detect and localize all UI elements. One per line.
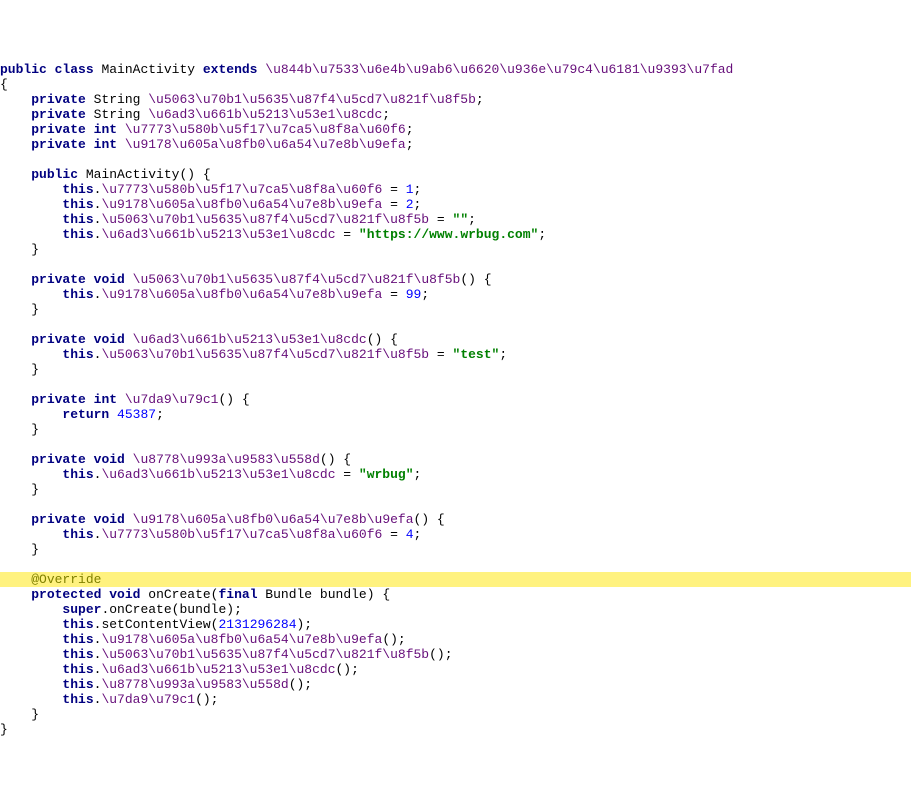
code-line: this.\u6ad3\u661b\u5213\u53e1\u8cdc = "w… [0, 467, 421, 482]
code-line: this.\u8778\u993a\u9583\u558d(); [0, 677, 312, 692]
code-line: } [0, 302, 39, 317]
code-line: private String \u5063\u70b1\u5635\u87f4\… [0, 92, 484, 107]
parent-class: \u844b\u7533\u6e4b\u9ab6\u6620\u936e\u79… [265, 62, 733, 77]
highlighted-line: @Override [0, 572, 911, 587]
code-line: public MainActivity() { [0, 167, 211, 182]
code-line: private void \u6ad3\u661b\u5213\u53e1\u8… [0, 332, 398, 347]
code-line: public class MainActivity extends \u844b… [0, 62, 733, 77]
code-line: } [0, 362, 39, 377]
blank-line [0, 152, 8, 167]
code-editor[interactable]: public class MainActivity extends \u844b… [0, 60, 911, 739]
code-line: private int \u9178\u605a\u8fb0\u6a54\u7e… [0, 137, 414, 152]
blank-line [0, 437, 8, 452]
blank-line [0, 257, 8, 272]
code-line: } [0, 482, 39, 497]
code-line: protected void onCreate(final Bundle bun… [0, 587, 390, 602]
code-line: this.\u5063\u70b1\u5635\u87f4\u5cd7\u821… [0, 212, 476, 227]
code-line: } [0, 722, 8, 737]
kw-public: public [0, 62, 47, 77]
code-line: private void \u9178\u605a\u8fb0\u6a54\u7… [0, 512, 445, 527]
code-line: this.\u7da9\u79c1(); [0, 692, 218, 707]
code-line: } [0, 422, 39, 437]
kw-class: class [55, 62, 94, 77]
code-line: this.\u9178\u605a\u8fb0\u6a54\u7e8b\u9ef… [0, 287, 429, 302]
code-line: this.\u9178\u605a\u8fb0\u6a54\u7e8b\u9ef… [0, 197, 421, 212]
blank-line [0, 377, 8, 392]
code-line: this.\u6ad3\u661b\u5213\u53e1\u8cdc = "h… [0, 227, 546, 242]
blank-line [0, 497, 8, 512]
code-line: private String \u6ad3\u661b\u5213\u53e1\… [0, 107, 390, 122]
code-line: this.\u5063\u70b1\u5635\u87f4\u5cd7\u821… [0, 347, 507, 362]
code-line: this.\u6ad3\u661b\u5213\u53e1\u8cdc(); [0, 662, 359, 677]
code-line: } [0, 707, 39, 722]
code-line: private void \u8778\u993a\u9583\u558d() … [0, 452, 351, 467]
code-line: super.onCreate(bundle); [0, 602, 242, 617]
kw-extends: extends [203, 62, 258, 77]
code-line: } [0, 542, 39, 557]
code-line: private int \u7773\u580b\u5f17\u7ca5\u8f… [0, 122, 414, 137]
code-line: } [0, 242, 39, 257]
code-line: this.\u7773\u580b\u5f17\u7ca5\u8f8a\u60f… [0, 182, 421, 197]
code-line: this.setContentView(2131296284); [0, 617, 312, 632]
blank-line [0, 557, 8, 572]
code-line: private int \u7da9\u79c1() { [0, 392, 250, 407]
code-line: this.\u9178\u605a\u8fb0\u6a54\u7e8b\u9ef… [0, 632, 406, 647]
code-line: private void \u5063\u70b1\u5635\u87f4\u5… [0, 272, 492, 287]
annotation-override: @Override [31, 572, 101, 587]
code-line: { [0, 77, 8, 92]
code-line: this.\u7773\u580b\u5f17\u7ca5\u8f8a\u60f… [0, 527, 421, 542]
blank-line [0, 317, 8, 332]
code-line: this.\u5063\u70b1\u5635\u87f4\u5cd7\u821… [0, 647, 453, 662]
code-line: return 45387; [0, 407, 164, 422]
